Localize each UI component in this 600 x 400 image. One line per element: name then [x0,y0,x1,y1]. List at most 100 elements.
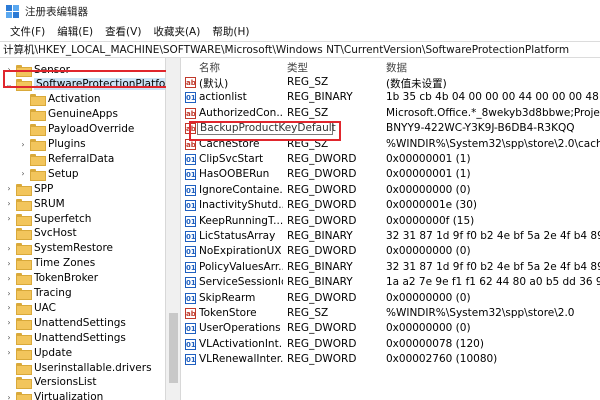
value-row[interactable]: 01 IgnoreContaine... REG_DWORD 0x00000000 (… [181,183,600,198]
tree-item-label: UAC [34,301,57,314]
string-value-icon: ab [185,107,196,119]
folder-icon [16,302,32,315]
tree-item-label: SvcHost [34,227,77,240]
key-tree[interactable]: › Sensor ⌄ SoftwareProtectionPlatform Activa… [0,58,166,400]
value-row[interactable]: 01 VLActivationInt... REG_DWORD 0x00000078 … [181,337,600,352]
value-type: REG_DWORD [287,245,357,258]
value-row[interactable]: 01 KeepRunningT... REG_DWORD 0x0000000f (15… [181,214,600,229]
value-type: REG_DWORD [287,183,357,196]
binary-value-icon: 01 [185,92,196,104]
folder-icon [16,213,32,226]
menu-help[interactable]: 帮助(H) [206,24,255,39]
chevron-right-icon[interactable]: › [4,184,14,193]
binary-value-icon: 01 [185,231,196,242]
chevron-right-icon[interactable]: › [4,214,14,223]
tree-item[interactable]: VersionsList [4,375,96,390]
value-type: REG_DWORD [287,153,357,165]
value-type: REG_DWORD [287,199,357,212]
tree-item[interactable]: › Setup [18,166,79,181]
tree-item[interactable]: › UnattendSettings [4,315,126,330]
string-value-icon: ab [185,77,196,88]
tree-item[interactable]: SvcHost [4,226,77,241]
value-row[interactable]: ab TokenStore REG_SZ %WINDIR%\System32\spp\… [181,306,600,321]
tree-item-label: Userinstallable.drivers [34,361,152,374]
value-name: UserOperations [199,322,281,335]
chevron-right-icon[interactable]: › [4,199,14,208]
value-name: AuthorizedCon... [199,106,283,119]
chevron-right-icon[interactable]: › [18,169,28,178]
value-row[interactable]: 01 NoExpirationUX REG_DWORD 0x00000000 (0) [181,244,600,259]
chevron-right-icon[interactable]: › [18,140,28,149]
tree-scroll-thumb[interactable] [169,313,178,383]
tree-item[interactable]: ReferralData [18,151,114,166]
folder-icon [16,273,32,286]
value-row[interactable]: 01 VLRenewalInter... REG_DWORD 0x00002760 (… [181,352,600,367]
tree-item-label: VersionsList [34,376,97,389]
binary-value-icon: 01 [185,169,196,181]
value-row[interactable]: 01 actionlist REG_BINARY 1b 35 cb 4b 04 00 … [181,90,600,105]
value-name: NoExpirationUX [199,245,282,258]
tree-item-label: ReferralData [48,152,115,165]
tree-item[interactable]: › Plugins [18,137,86,152]
chevron-right-icon[interactable]: › [4,303,14,312]
value-row[interactable]: ab AuthorizedCon... REG_SZ Microsoft.Office… [181,106,600,121]
tree-item[interactable]: Userinstallable.drivers [4,360,152,375]
folder-icon [30,124,46,137]
value-row[interactable]: 01 LicStatusArray REG_BINARY 32 31 87 1d 9f… [181,229,600,244]
tree-item[interactable]: › SRUM [4,196,65,211]
folder-icon [16,377,32,390]
tree-item-label: SRUM [34,197,65,210]
value-row[interactable]: 01 SkipRearm REG_DWORD 0x00000000 (0) [181,291,600,306]
tree-item[interactable]: › Time Zones [4,256,95,271]
tree-scrollbar[interactable] [166,58,181,400]
chevron-right-icon[interactable]: › [4,393,14,400]
chevron-right-icon[interactable]: › [4,289,14,298]
folder-icon [16,228,32,241]
value-type: REG_SZ [287,106,329,119]
value-row[interactable]: 01 PolicyValuesArr... REG_BINARY 32 31 87 1… [181,260,600,275]
value-name: VLActivationInt... [199,337,283,350]
values-list-header: 名称 类型 数据 [181,58,600,74]
binary-value-icon: 01 [185,154,196,165]
tree-item[interactable]: › Tracing [4,286,72,301]
chevron-right-icon[interactable]: › [4,318,14,327]
chevron-right-icon[interactable]: › [4,259,14,268]
tree-item[interactable]: › SPP [4,181,53,196]
value-row[interactable]: ab (默认) REG_SZ (数值未设置) [181,75,600,90]
value-row[interactable]: 01 ServiceSessionId REG_BINARY 1a a2 7e 9e … [181,275,600,290]
chevron-right-icon[interactable]: › [4,274,14,283]
tree-item[interactable]: PayloadOverride [18,122,134,137]
column-name-header[interactable]: 名称 [199,60,220,75]
values-list[interactable]: 名称 类型 数据 ab (默认) REG_SZ (数值未设置) 01 actionlist… [181,58,600,400]
value-row[interactable]: 01 InactivityShutd... REG_DWORD 0x0000001e … [181,198,600,213]
value-type: REG_DWORD [287,168,357,181]
menu-edit[interactable]: 编辑(E) [51,24,99,39]
menu-file[interactable]: 文件(F) [4,24,51,39]
tree-item[interactable]: › Update [4,345,72,360]
menu-favorites[interactable]: 收藏夹(A) [147,24,206,39]
chevron-right-icon[interactable]: › [4,333,14,342]
tree-item[interactable]: GenuineApps [18,107,118,122]
value-name: actionlist [199,91,247,104]
tree-item[interactable]: › Superfetch [4,211,91,226]
column-type-header[interactable]: 类型 [287,60,308,75]
menu-view[interactable]: 查看(V) [99,24,147,39]
tree-item[interactable]: › Virtualization [4,390,103,400]
folder-icon [16,183,32,196]
tree-item-label: Virtualization [34,391,104,400]
folder-icon [16,332,32,345]
tree-item[interactable]: › UnattendSettings [4,330,126,345]
chevron-right-icon[interactable]: › [4,244,14,253]
value-type: REG_BINARY [287,260,353,273]
tree-item[interactable]: › TokenBroker [4,271,98,286]
column-data-header[interactable]: 数据 [386,60,407,75]
value-row[interactable]: 01 HasOOBERun REG_DWORD 0x00000001 (1) [181,167,600,182]
menu-bar: 文件(F) 编辑(E) 查看(V) 收藏夹(A) 帮助(H) [0,22,600,40]
address-bar[interactable]: 计算机\HKEY_LOCAL_MACHINE\SOFTWARE\Microsof… [0,41,600,58]
tree-item[interactable]: › SystemRestore [4,241,113,256]
tree-item[interactable]: Activation [18,92,101,107]
chevron-right-icon[interactable]: › [4,348,14,357]
tree-item[interactable]: › UAC [4,300,56,315]
value-row[interactable]: 01 ClipSvcStart REG_DWORD 0x00000001 (1) [181,152,600,167]
value-row[interactable]: 01 UserOperations REG_DWORD 0x00000000 (0) [181,321,600,336]
